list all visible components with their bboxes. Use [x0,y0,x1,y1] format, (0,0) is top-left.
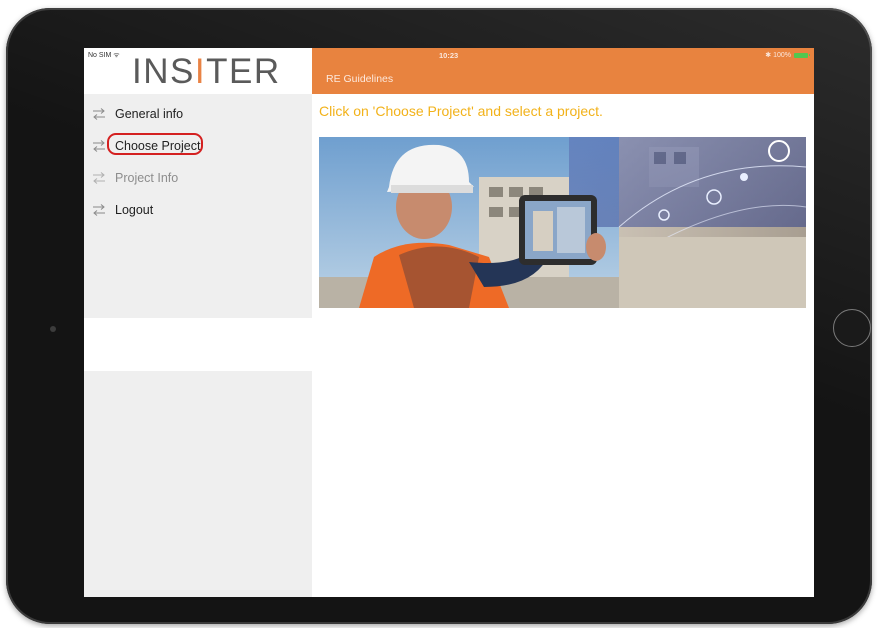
main-content: RE Guidelines Click on 'Choose Project' … [312,48,814,597]
app-screen: INSITER General info Choose Project Proj… [84,48,814,597]
nav-bar: RE Guidelines [312,48,814,94]
sidebar-divider-space [84,318,312,371]
status-time: 10:23 [439,51,459,60]
status-battery: ✱ 100% [765,51,810,59]
sidebar-item-label: Logout [115,203,154,217]
battery-icon [794,52,810,58]
hero-photo-worker-tablet [319,137,806,308]
sidebar-item-general-info[interactable]: General info [84,98,312,130]
swap-arrows-icon [93,140,105,152]
swap-arrows-icon [93,172,105,184]
instruction-text: Click on 'Choose Project' and select a p… [319,103,603,119]
swap-arrows-icon [93,108,105,120]
sidebar-item-logout[interactable]: Logout [84,194,312,226]
sidebar-item-label: Project Info [115,171,179,185]
sidebar: INSITER General info Choose Project Proj… [84,48,312,597]
insiter-logo: INSITER [132,52,281,91]
sidebar-item-choose-project[interactable]: Choose Project [84,130,312,162]
sidebar-item-label: General info [115,107,184,121]
home-button[interactable] [833,309,871,347]
sidebar-item-project-info[interactable]: Project Info [84,162,312,194]
front-camera [50,326,56,332]
battery-label: ✱ 100% [765,52,791,59]
status-carrier: No SIM ᯤ [88,52,120,59]
swap-arrows-icon [93,204,105,216]
nav-title: RE Guidelines [326,73,394,85]
highlight-ring [107,133,203,155]
sidebar-menu: General info Choose Project Project Info [84,98,312,226]
